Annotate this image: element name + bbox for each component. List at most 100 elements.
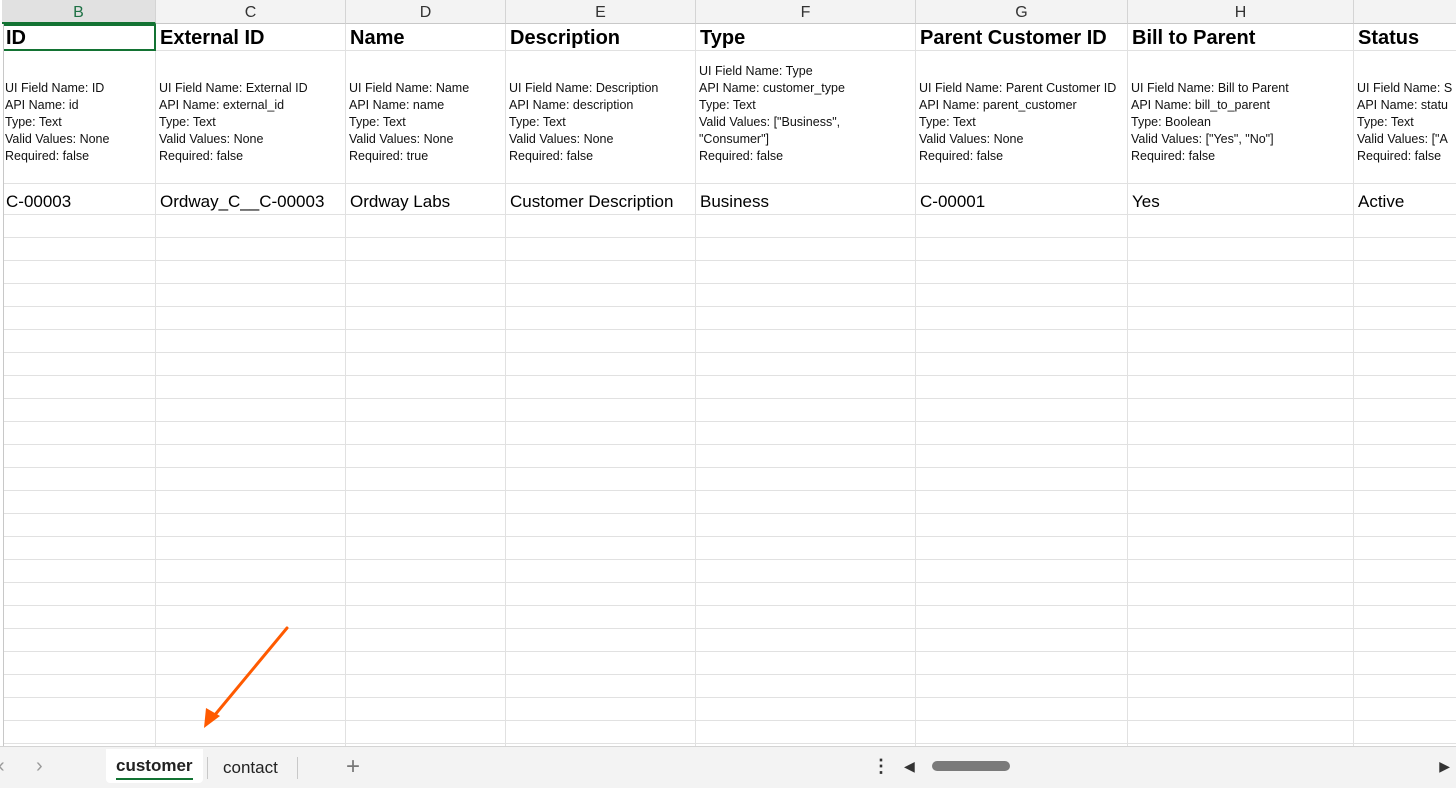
empty-cell[interactable]	[506, 284, 696, 307]
grid-cell[interactable]: UI Field Name: Type API Name: customer_ty…	[696, 51, 916, 184]
empty-cell[interactable]	[1354, 560, 1456, 583]
grid-cell[interactable]: UI Field Name: S API Name: statu Type: Tex…	[1354, 51, 1456, 184]
empty-cell[interactable]	[2, 445, 156, 468]
empty-cell[interactable]	[2, 284, 156, 307]
empty-cell[interactable]	[1128, 399, 1354, 422]
empty-cell[interactable]	[2, 491, 156, 514]
empty-cell[interactable]	[506, 652, 696, 675]
empty-cell[interactable]	[1354, 376, 1456, 399]
empty-cell[interactable]	[506, 514, 696, 537]
empty-cell[interactable]	[346, 238, 506, 261]
empty-cell[interactable]	[696, 376, 916, 399]
empty-cell[interactable]	[506, 215, 696, 238]
empty-cell[interactable]	[156, 491, 346, 514]
empty-cell[interactable]	[2, 238, 156, 261]
empty-cell[interactable]	[1354, 307, 1456, 330]
empty-cell[interactable]	[696, 583, 916, 606]
empty-cell[interactable]	[156, 698, 346, 721]
grid-cell[interactable]: Name	[346, 24, 506, 51]
grid-cell[interactable]: Ordway Labs	[346, 184, 506, 215]
empty-cell[interactable]	[346, 353, 506, 376]
empty-cell[interactable]	[1354, 652, 1456, 675]
empty-cell[interactable]	[506, 261, 696, 284]
empty-cell[interactable]	[506, 537, 696, 560]
column-header[interactable]	[1354, 0, 1456, 24]
empty-cell[interactable]	[506, 238, 696, 261]
empty-cell[interactable]	[156, 261, 346, 284]
empty-cell[interactable]	[1354, 445, 1456, 468]
empty-cell[interactable]	[346, 698, 506, 721]
grid-cell[interactable]: External ID	[156, 24, 346, 51]
empty-cell[interactable]	[1128, 560, 1354, 583]
empty-cell[interactable]	[1128, 629, 1354, 652]
empty-cell[interactable]	[1128, 537, 1354, 560]
empty-cell[interactable]	[506, 353, 696, 376]
empty-cell[interactable]	[2, 376, 156, 399]
grid-cell[interactable]: Bill to Parent	[1128, 24, 1354, 51]
cell-grid[interactable]: B C D E F G H ID External ID Name Description Type P…	[0, 0, 1456, 746]
empty-cell[interactable]	[1354, 514, 1456, 537]
empty-cell[interactable]	[1354, 353, 1456, 376]
empty-cell[interactable]	[346, 422, 506, 445]
empty-cell[interactable]	[1354, 606, 1456, 629]
empty-cell[interactable]	[696, 721, 916, 744]
empty-cell[interactable]	[1354, 330, 1456, 353]
grid-cell[interactable]: Type	[696, 24, 916, 51]
empty-cell[interactable]	[506, 560, 696, 583]
empty-cell[interactable]	[1128, 307, 1354, 330]
empty-cell[interactable]	[696, 537, 916, 560]
empty-cell[interactable]	[916, 583, 1128, 606]
empty-cell[interactable]	[1354, 537, 1456, 560]
empty-cell[interactable]	[2, 583, 156, 606]
empty-cell[interactable]	[346, 629, 506, 652]
empty-cell[interactable]	[506, 491, 696, 514]
column-header[interactable]: H	[1128, 0, 1354, 24]
empty-cell[interactable]	[506, 721, 696, 744]
empty-cell[interactable]	[916, 422, 1128, 445]
empty-cell[interactable]	[1128, 514, 1354, 537]
empty-cell[interactable]	[156, 330, 346, 353]
empty-cell[interactable]	[346, 606, 506, 629]
empty-cell[interactable]	[156, 399, 346, 422]
empty-cell[interactable]	[696, 215, 916, 238]
empty-cell[interactable]	[2, 629, 156, 652]
vertical-ellipsis-icon[interactable]: ⋮	[872, 756, 890, 777]
empty-cell[interactable]	[346, 560, 506, 583]
empty-cell[interactable]	[346, 399, 506, 422]
empty-cell[interactable]	[1354, 629, 1456, 652]
empty-cell[interactable]	[2, 330, 156, 353]
empty-cell[interactable]	[346, 468, 506, 491]
empty-cell[interactable]	[1128, 261, 1354, 284]
empty-cell[interactable]	[696, 675, 916, 698]
empty-cell[interactable]	[346, 652, 506, 675]
column-header[interactable]: E	[506, 0, 696, 24]
column-header[interactable]: G	[916, 0, 1128, 24]
empty-cell[interactable]	[1354, 284, 1456, 307]
empty-cell[interactable]	[2, 261, 156, 284]
grid-cell[interactable]: Customer Description	[506, 184, 696, 215]
empty-cell[interactable]	[1354, 698, 1456, 721]
empty-cell[interactable]	[156, 583, 346, 606]
empty-cell[interactable]	[1128, 652, 1354, 675]
empty-cell[interactable]	[916, 721, 1128, 744]
empty-cell[interactable]	[696, 422, 916, 445]
empty-cell[interactable]	[506, 330, 696, 353]
empty-cell[interactable]	[346, 261, 506, 284]
grid-cell[interactable]: UI Field Name: ID API Name: id Type: Text V…	[2, 51, 156, 184]
empty-cell[interactable]	[346, 215, 506, 238]
empty-cell[interactable]	[1128, 376, 1354, 399]
empty-cell[interactable]	[346, 376, 506, 399]
empty-cell[interactable]	[916, 330, 1128, 353]
empty-cell[interactable]	[346, 514, 506, 537]
empty-cell[interactable]	[916, 514, 1128, 537]
grid-cell[interactable]: Business	[696, 184, 916, 215]
empty-cell[interactable]	[506, 307, 696, 330]
empty-cell[interactable]	[2, 468, 156, 491]
empty-cell[interactable]	[1354, 468, 1456, 491]
empty-cell[interactable]	[916, 307, 1128, 330]
empty-cell[interactable]	[1128, 606, 1354, 629]
empty-cell[interactable]	[1354, 721, 1456, 744]
empty-cell[interactable]	[696, 698, 916, 721]
empty-cell[interactable]	[506, 629, 696, 652]
empty-cell[interactable]	[1128, 721, 1354, 744]
